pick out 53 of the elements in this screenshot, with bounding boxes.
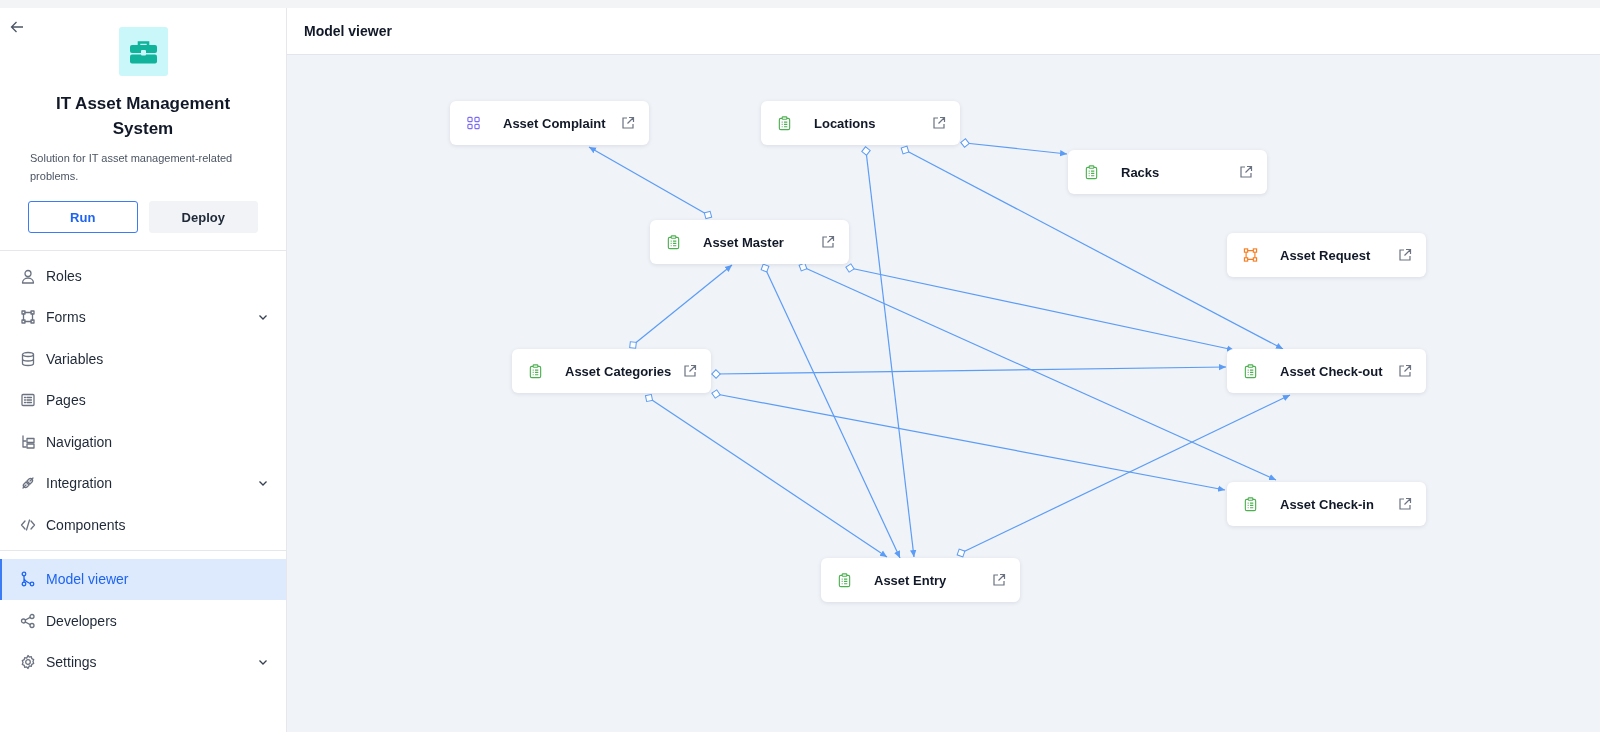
back-arrow-icon[interactable] xyxy=(10,20,24,34)
clipboard-icon xyxy=(777,115,792,131)
deploy-button[interactable]: Deploy xyxy=(148,201,258,233)
clipboard-icon xyxy=(528,363,543,379)
external-link-icon[interactable] xyxy=(992,573,1006,587)
app-logo-icon xyxy=(118,27,168,76)
nav-item[interactable]: Integration xyxy=(0,462,286,504)
database-icon xyxy=(20,350,36,367)
nav-item[interactable]: Settings xyxy=(0,641,286,683)
clipboard-icon xyxy=(1084,164,1099,180)
external-link-icon[interactable] xyxy=(1398,497,1412,511)
external-link-icon[interactable] xyxy=(683,364,697,378)
page-icon xyxy=(20,392,36,409)
app-title: IT Asset Management System xyxy=(54,93,232,140)
external-link-icon[interactable] xyxy=(1398,248,1412,262)
model-node[interactable]: Asset Categories xyxy=(512,349,711,393)
connected-squares-icon xyxy=(1243,247,1258,263)
model-node[interactable]: Asset Check-out xyxy=(1227,349,1426,393)
external-link-icon[interactable] xyxy=(1398,364,1412,378)
clipboard-icon xyxy=(1243,496,1258,512)
model-node[interactable]: Asset Check-in xyxy=(1227,482,1426,526)
clipboard-icon xyxy=(666,234,681,250)
model-node[interactable]: Asset Request xyxy=(1227,233,1426,277)
clipboard-icon xyxy=(837,572,852,588)
nav-item[interactable]: Forms xyxy=(0,296,286,338)
nav-item[interactable]: Model viewer xyxy=(0,558,286,600)
nav-item[interactable]: Navigation xyxy=(0,421,286,463)
user-icon xyxy=(20,267,36,284)
model-node[interactable]: Asset Master xyxy=(650,220,849,264)
external-link-icon[interactable] xyxy=(932,116,946,130)
external-link-icon[interactable] xyxy=(1239,165,1253,179)
grid-icon xyxy=(466,115,481,131)
nav-item[interactable]: Roles xyxy=(0,255,286,297)
nav-item[interactable]: Components xyxy=(0,504,286,546)
nav-item[interactable]: Variables xyxy=(0,338,286,380)
model-node[interactable]: Racks xyxy=(1068,150,1267,194)
nav-item[interactable]: Developers xyxy=(0,600,286,642)
branch-icon xyxy=(20,571,36,588)
run-button[interactable]: Run xyxy=(28,201,138,233)
external-link-icon[interactable] xyxy=(821,235,835,249)
external-link-icon[interactable] xyxy=(621,116,635,130)
settings-icon xyxy=(20,654,36,671)
model-node[interactable]: Asset Entry xyxy=(821,558,1020,602)
tree-icon xyxy=(20,433,36,450)
code-icon xyxy=(20,516,36,533)
model-node[interactable]: Asset Complaint xyxy=(450,101,649,145)
nodes-icon xyxy=(20,309,36,326)
clipboard-icon xyxy=(1243,363,1258,379)
share-icon xyxy=(20,612,36,629)
nav-item[interactable]: Pages xyxy=(0,379,286,421)
app-description: Solution for IT asset management-related problems. xyxy=(30,151,234,184)
model-node[interactable]: Locations xyxy=(761,101,960,145)
page-title: Model viewer xyxy=(304,23,392,39)
